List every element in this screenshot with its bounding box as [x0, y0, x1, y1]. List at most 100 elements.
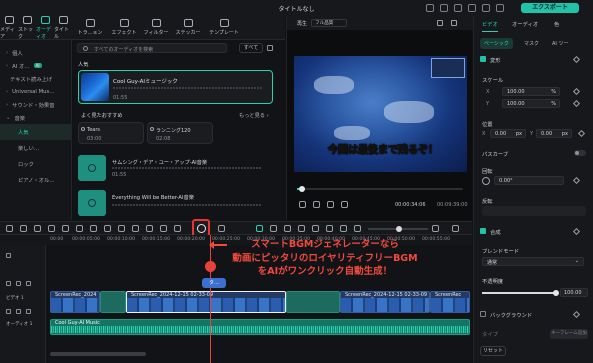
filter-all-dropdown[interactable]: すべて — [239, 43, 263, 53]
export-button[interactable]: エクスポート — [521, 3, 579, 13]
caption-icon[interactable] — [326, 225, 333, 232]
layout-icon[interactable] — [468, 4, 476, 12]
nav-sound-effects[interactable]: › サウンド・効果音 — [0, 98, 71, 111]
zoom-handle[interactable] — [396, 226, 402, 232]
tool-audio[interactable]: オーディオ — [36, 15, 54, 40]
tool-stock[interactable]: ストック — [18, 15, 36, 40]
position-y-input[interactable]: 0.00 px — [536, 129, 572, 138]
next-frame-icon[interactable] — [341, 201, 348, 208]
grid-icon[interactable] — [6, 225, 13, 232]
crop-icon[interactable] — [90, 225, 97, 232]
video-clip[interactable]: ScreenRec — [430, 291, 470, 313]
lock-icon[interactable] — [16, 281, 21, 286]
split-icon[interactable] — [76, 225, 83, 232]
playback-scrubber[interactable] — [297, 186, 463, 192]
snap-icon[interactable] — [312, 225, 319, 232]
opacity-slider[interactable] — [482, 290, 559, 296]
video-clip[interactable]: ScreenRec_2024 — [50, 291, 100, 313]
add-keyframe-button[interactable]: キーフレーム追加 — [550, 329, 588, 339]
rotate-dial-icon[interactable] — [482, 177, 490, 185]
eye-icon[interactable] — [26, 281, 31, 286]
cloud-icon[interactable] — [440, 4, 448, 12]
subtab-mask[interactable]: マスク — [520, 38, 543, 49]
speaker-icon[interactable] — [26, 309, 31, 314]
background-checkbox[interactable] — [480, 311, 486, 317]
reset-button[interactable]: リセット — [480, 346, 506, 356]
nav-universal-music[interactable]: › Universal Mus… — [0, 85, 71, 98]
audio-icon[interactable] — [132, 225, 139, 232]
video-clip[interactable] — [286, 291, 340, 313]
quality-select[interactable]: フル品質 — [311, 19, 347, 27]
tool-template[interactable]: テンプレート — [204, 16, 244, 40]
search-bar[interactable]: すべてのオーディオを検索 — [77, 43, 227, 53]
scale-x-input[interactable]: 100.00 % — [502, 87, 560, 96]
list-item[interactable]: Everything Will be Better-AI音楽 — [78, 190, 273, 216]
scrub-handle[interactable] — [299, 186, 305, 192]
marker-icon[interactable] — [298, 225, 305, 232]
select-icon[interactable] — [20, 225, 27, 232]
keyframe-icon[interactable] — [572, 55, 581, 64]
tool-sticker[interactable]: ステッカー — [172, 16, 204, 40]
nav-tts[interactable]: テキスト読み上げ — [0, 72, 71, 85]
shield-icon[interactable] — [270, 225, 277, 232]
transform-checkbox[interactable] — [480, 56, 486, 62]
audio-clip[interactable]: Cool Guy-AI Music — [50, 319, 470, 335]
scale-y-input[interactable]: 100.00 % — [502, 99, 560, 108]
tab-video[interactable]: ビデオ — [482, 20, 498, 32]
undo-icon[interactable] — [34, 225, 41, 232]
subtab-ai-tools[interactable]: AI ツー — [548, 38, 573, 49]
ai-tool-icon[interactable] — [256, 225, 263, 232]
video-frame[interactable]: 今回は最後まで残るぞ！ — [294, 56, 467, 172]
play-icon[interactable] — [313, 201, 320, 208]
opacity-handle[interactable] — [553, 290, 559, 296]
prev-frame-icon[interactable] — [299, 201, 306, 208]
mic-icon[interactable] — [284, 225, 291, 232]
layout-icon[interactable] — [452, 225, 459, 232]
more-icon[interactable] — [451, 20, 457, 26]
lock-icon[interactable] — [16, 309, 21, 314]
path-curve-toggle[interactable] — [574, 150, 586, 156]
image-icon[interactable] — [340, 225, 347, 232]
tool-media[interactable]: メディア — [0, 15, 18, 40]
nav-rock[interactable]: ロック — [0, 156, 71, 172]
nav-ai-audio[interactable]: › AI オ… AI — [0, 59, 71, 72]
add-track-icon[interactable] — [6, 253, 11, 258]
text-icon[interactable] — [118, 225, 125, 232]
video-clip-selected[interactable]: ScreenRec_2024-12-15 02-33-09 — [126, 291, 286, 313]
nav-personal[interactable]: › 個人 — [0, 46, 71, 59]
keyframe-icon[interactable] — [572, 99, 581, 108]
tracking-icon[interactable] — [174, 225, 181, 232]
color-icon[interactable] — [146, 225, 153, 232]
chat-icon[interactable] — [496, 4, 504, 12]
nav-fun[interactable]: 楽しい… — [0, 140, 71, 156]
render-icon[interactable] — [218, 225, 225, 232]
see-more-link[interactable]: もっと見る › — [239, 112, 269, 119]
position-x-input[interactable]: 0.00 px — [490, 129, 526, 138]
timeline-scrollbar[interactable] — [50, 352, 146, 356]
list-item[interactable]: サムシング・デア・ユー・アップ-AI音楽 01:55 — [78, 155, 273, 181]
nav-popular[interactable]: 人気 — [0, 124, 71, 140]
tab-color[interactable]: 色 — [554, 20, 559, 28]
video-clip[interactable]: ScreenRec_2024-12-15 02-33-09 — [340, 291, 430, 313]
keyframe-icon[interactable] — [572, 87, 581, 96]
tool-effect[interactable]: エフェクト — [108, 16, 140, 40]
gift-icon[interactable] — [426, 4, 434, 12]
zoom-in-icon[interactable] — [432, 225, 439, 232]
nav-music[interactable]: ⌄ 音楽 — [0, 111, 71, 124]
tool-transition[interactable]: トラ...ョン — [72, 16, 108, 40]
mini-track-card[interactable]: Tears 03:00 — [78, 122, 144, 144]
tool-title[interactable]: タイトル — [54, 15, 72, 40]
nav-piano[interactable]: ピアノ・オル… — [0, 172, 71, 188]
keyframe-icon[interactable] — [577, 129, 586, 138]
tab-audio[interactable]: オーディオ — [512, 20, 538, 28]
search-input[interactable]: すべてのオーディオを検索 — [94, 46, 153, 53]
snapshot-icon[interactable] — [437, 20, 443, 26]
mini-track-card[interactable]: ランニング120 02:08 — [147, 122, 213, 144]
opacity-input[interactable]: 100.00 — [560, 288, 588, 297]
stop-icon[interactable] — [327, 201, 334, 208]
featured-track[interactable]: Cool Guy-AIミュージック 01:55 — [78, 70, 273, 104]
more-icon[interactable] — [267, 45, 273, 51]
flip-buttons[interactable] — [482, 206, 586, 216]
zoom-slider[interactable] — [368, 226, 428, 232]
rotate-input[interactable]: 0.00° — [494, 176, 564, 185]
